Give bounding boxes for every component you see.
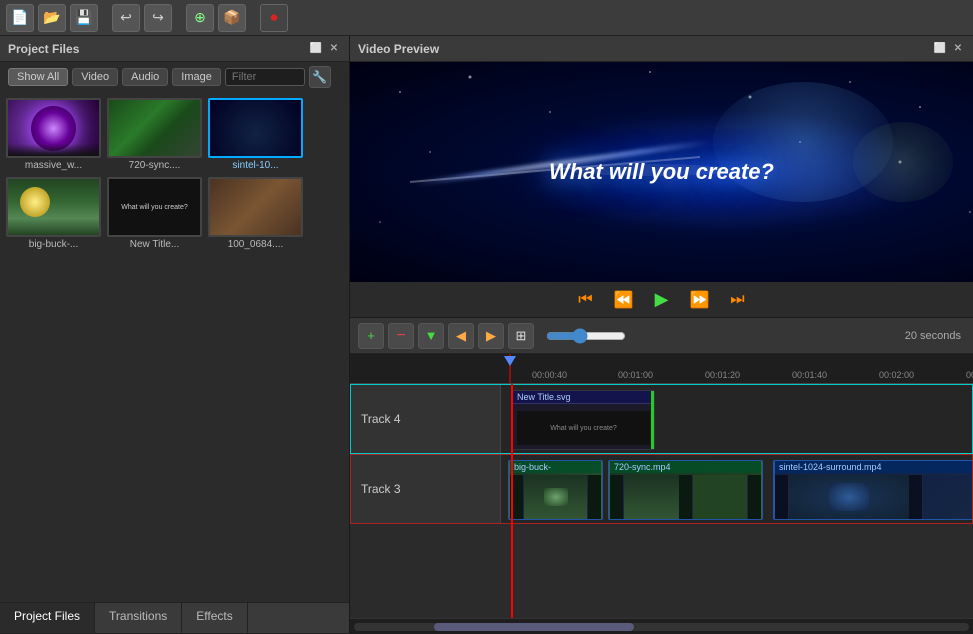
video-preview-title: Video Preview <box>358 42 439 56</box>
clip-bigbuck-label: big-buck- <box>510 461 601 473</box>
undo-button[interactable]: ↩ <box>112 4 140 32</box>
jump-start-button[interactable]: ⏮ <box>572 286 600 314</box>
media-label-newtitle: New Title... <box>107 239 202 250</box>
scrollbar-thumb[interactable] <box>434 623 634 631</box>
main-layout: Project Files ⬜ ✕ Show All Video Audio I… <box>0 36 973 634</box>
rewind-button[interactable]: ⏪ <box>610 286 638 314</box>
insert-clip-button[interactable]: ⊞ <box>508 323 534 349</box>
project-files-header: Project Files ⬜ ✕ <box>0 36 349 62</box>
video-filter-button[interactable]: Video <box>72 68 118 86</box>
prev-marker-button[interactable]: ◀ <box>448 323 474 349</box>
timecode-0120: 00:01:20 <box>705 370 740 380</box>
import-button[interactable]: ⊕ <box>186 4 214 32</box>
media-grid: massive_w... 720-sync.... sintel-10. <box>0 92 349 602</box>
playback-controls: ⏮ ⏪ ▶ ⏩ ⏭ <box>350 282 973 318</box>
track-4-row: Track 4 New Title.svg What will you crea… <box>350 384 973 454</box>
filter-input[interactable] <box>225 68 305 86</box>
scrollbar-track[interactable] <box>354 623 969 631</box>
record-button[interactable]: ⏺ <box>260 4 288 32</box>
time-cursor-line <box>511 384 513 618</box>
audio-filter-button[interactable]: Audio <box>122 68 168 86</box>
video-preview[interactable]: What will you create? <box>350 62 973 282</box>
left-panel: Project Files ⬜ ✕ Show All Video Audio I… <box>0 36 350 634</box>
timecode-0100: 00:01:00 <box>618 370 653 380</box>
ruler-cursor <box>509 354 511 383</box>
clear-filter-button[interactable]: 🔧 <box>309 66 331 88</box>
cursor-head-icon <box>504 356 516 366</box>
clip-sintel[interactable]: sintel-1024-surround.mp4 <box>773 460 972 520</box>
left-tabs: Project Files Transitions Effects <box>0 602 349 634</box>
add-track-button[interactable]: + <box>358 323 384 349</box>
next-marker-button[interactable]: ▶ <box>478 323 504 349</box>
media-label-sintel: sintel-10... <box>208 160 303 171</box>
timeline-content: Track 4 New Title.svg What will you crea… <box>350 384 973 618</box>
media-item-100[interactable]: 100_0684.... <box>208 177 303 250</box>
media-item-newtitle[interactable]: What will you create? New Title... <box>107 177 202 250</box>
track-3-row: Track 3 big-buck- <box>350 454 973 524</box>
media-label-bigbuck: big-buck-... <box>6 239 101 250</box>
project-files-title: Project Files <box>8 42 79 56</box>
media-item-720sync[interactable]: 720-sync.... <box>107 98 202 171</box>
track-3-label: Track 3 <box>351 455 501 523</box>
media-label-720sync: 720-sync.... <box>107 160 202 171</box>
tab-project-files[interactable]: Project Files <box>0 603 95 633</box>
clip-bigbuck[interactable]: big-buck- <box>508 460 603 520</box>
track-4-label: Track 4 <box>351 385 501 453</box>
clip-newtitle[interactable]: New Title.svg What will you create? <box>512 390 655 450</box>
vp-close-icon[interactable]: ✕ <box>951 42 965 56</box>
show-all-button[interactable]: Show All <box>8 68 68 86</box>
track-3-content[interactable]: big-buck- <box>501 455 972 523</box>
redo-button[interactable]: ↪ <box>144 4 172 32</box>
clip-end-marker-green <box>651 391 654 449</box>
clip-title-label: New Title.svg <box>513 391 654 404</box>
right-panel: Video Preview ⬜ ✕ <box>350 36 973 634</box>
timecode-0040: 00:00:40 <box>532 370 567 380</box>
export-button[interactable]: 📦 <box>218 4 246 32</box>
timeline-scrollbar[interactable] <box>350 618 973 634</box>
vp-minimize-icon[interactable]: ⬜ <box>933 42 947 56</box>
zoom-slider[interactable] <box>546 328 626 344</box>
media-item-sintel[interactable]: sintel-10... <box>208 98 303 171</box>
open-button[interactable]: 📂 <box>38 4 66 32</box>
pf-minimize-icon[interactable]: ⬜ <box>309 42 323 56</box>
tab-effects[interactable]: Effects <box>182 603 247 633</box>
timeline-toolbar: + − ▼ ◀ ▶ ⊞ 20 seconds <box>350 318 973 354</box>
track-4-content[interactable]: New Title.svg What will you create? <box>501 385 972 453</box>
timeline-ruler[interactable]: 00:00:40 00:01:00 00:01:20 00:01:40 00:0… <box>350 354 973 384</box>
media-item-bigbuck[interactable]: big-buck-... <box>6 177 101 250</box>
fast-forward-button[interactable]: ⏩ <box>686 286 714 314</box>
clip-720sync-label: 720-sync.mp4 <box>610 461 761 473</box>
play-button[interactable]: ▶ <box>648 286 676 314</box>
remove-track-button[interactable]: − <box>388 323 414 349</box>
media-label-massive: massive_w... <box>6 160 101 171</box>
main-toolbar: 📄 📂 💾 ↩ ↪ ⊕ 📦 ⏺ <box>0 0 973 36</box>
save-button[interactable]: 💾 <box>70 4 98 32</box>
new-button[interactable]: 📄 <box>6 4 34 32</box>
preview-overlay-text: What will you create? <box>549 159 774 185</box>
enable-track-button[interactable]: ▼ <box>418 323 444 349</box>
tab-transitions[interactable]: Transitions <box>95 603 182 633</box>
jump-end-button[interactable]: ⏭ <box>724 286 752 314</box>
video-preview-header: Video Preview ⬜ ✕ <box>350 36 973 62</box>
filter-bar: Show All Video Audio Image 🔧 <box>0 62 349 92</box>
media-label-100: 100_0684.... <box>208 239 303 250</box>
pf-close-icon[interactable]: ✕ <box>327 42 341 56</box>
zoom-label: 20 seconds <box>905 330 961 342</box>
timecode-0220: 00:02:20 <box>966 370 973 380</box>
timecode-0140: 00:01:40 <box>792 370 827 380</box>
timeline-ruler-container: 00:00:31;15 00:00:40 00:01:00 00:01:20 0… <box>350 354 973 384</box>
media-item-massive[interactable]: massive_w... <box>6 98 101 171</box>
image-filter-button[interactable]: Image <box>172 68 221 86</box>
clip-sintel-label: sintel-1024-surround.mp4 <box>775 461 972 473</box>
timeline-section: + − ▼ ◀ ▶ ⊞ 20 seconds 00:00:31;15 00:00… <box>350 318 973 634</box>
clip-720sync[interactable]: 720-sync.mp4 <box>608 460 763 520</box>
timecode-0200: 00:02:00 <box>879 370 914 380</box>
